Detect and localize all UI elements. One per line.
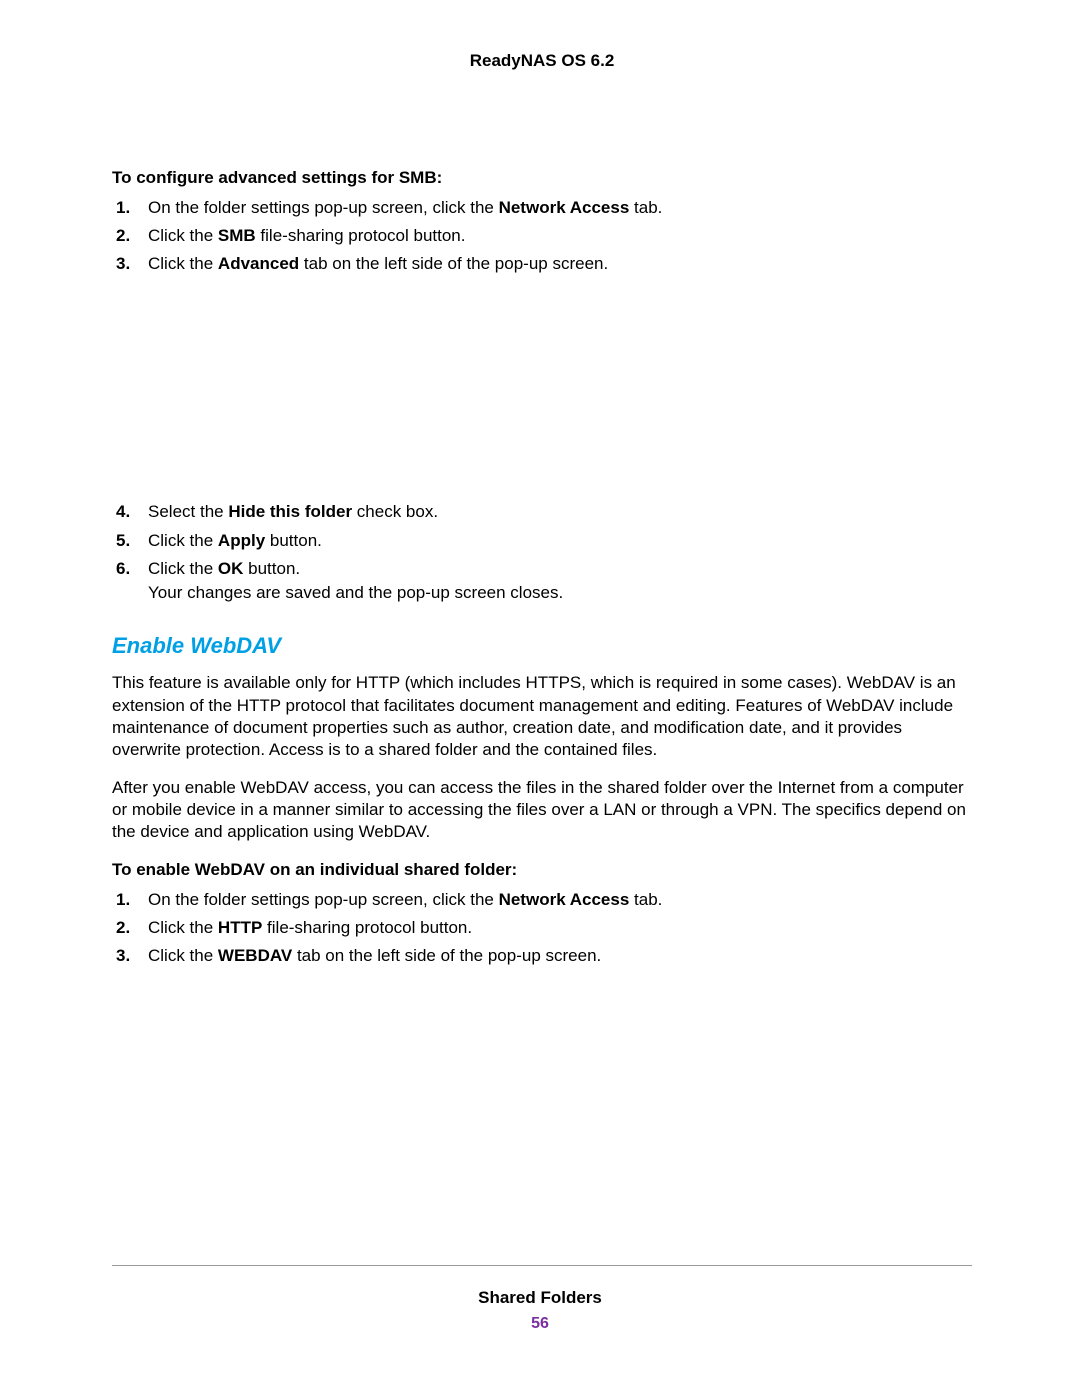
step-text: Click the — [148, 254, 218, 273]
paragraph: After you enable WebDAV access, you can … — [112, 777, 972, 843]
step-bold: OK — [218, 559, 244, 578]
step-text: Click the — [148, 946, 218, 965]
step-number: 6. — [116, 558, 130, 580]
step-text: Click the — [148, 918, 218, 937]
step-text: button. — [243, 559, 300, 578]
step-text: Click the — [148, 559, 218, 578]
list-item: 2. Click the HTTP file-sharing protocol … — [112, 917, 972, 939]
step-text: Click the — [148, 226, 218, 245]
step-number: 1. — [116, 889, 130, 911]
step-bold: Apply — [218, 531, 265, 550]
list-item: 3. Click the WEBDAV tab on the left side… — [112, 945, 972, 967]
list-item: 1. On the folder settings pop-up screen,… — [112, 889, 972, 911]
step-number: 2. — [116, 225, 130, 247]
step-number: 3. — [116, 253, 130, 275]
step-number: 5. — [116, 530, 130, 552]
step-number: 3. — [116, 945, 130, 967]
step-number: 2. — [116, 917, 130, 939]
list-item: 6. Click the OK button. Your changes are… — [112, 558, 972, 604]
step-text: check box. — [352, 502, 438, 521]
step-text: tab on the left side of the pop-up scree… — [292, 946, 601, 965]
steps-smb-b: 4. Select the Hide this folder check box… — [112, 501, 972, 603]
list-item: 4. Select the Hide this folder check box… — [112, 501, 972, 523]
step-subtext: Your changes are saved and the pop-up sc… — [148, 582, 972, 604]
section-lead-smb: To configure advanced settings for SMB: — [112, 167, 972, 189]
list-item: 1. On the folder settings pop-up screen,… — [112, 197, 972, 219]
step-text: tab. — [629, 890, 662, 909]
step-number: 1. — [116, 197, 130, 219]
step-bold: Network Access — [499, 890, 630, 909]
step-bold: WEBDAV — [218, 946, 292, 965]
section-heading-webdav: Enable WebDAV — [112, 632, 972, 661]
step-bold: Advanced — [218, 254, 299, 273]
step-text: On the folder settings pop-up screen, cl… — [148, 890, 499, 909]
step-text: file-sharing protocol button. — [256, 226, 466, 245]
step-number: 4. — [116, 501, 130, 523]
document-page: ReadyNAS OS 6.2 To configure advanced se… — [0, 0, 1080, 1397]
footer-rule — [112, 1265, 972, 1266]
step-text: tab on the left side of the pop-up scree… — [299, 254, 608, 273]
step-bold: SMB — [218, 226, 256, 245]
step-bold: Hide this folder — [228, 502, 352, 521]
page-number: 56 — [0, 1314, 1080, 1335]
step-text: tab. — [629, 198, 662, 217]
steps-smb-a: 1. On the folder settings pop-up screen,… — [112, 197, 972, 275]
step-text: On the folder settings pop-up screen, cl… — [148, 198, 499, 217]
step-text: Select the — [148, 502, 228, 521]
list-item: 2. Click the SMB file-sharing protocol b… — [112, 225, 972, 247]
section-lead-webdav: To enable WebDAV on an individual shared… — [112, 859, 972, 881]
figure-placeholder — [112, 285, 972, 501]
steps-webdav: 1. On the folder settings pop-up screen,… — [112, 889, 972, 967]
step-text: button. — [265, 531, 322, 550]
list-item: 3. Click the Advanced tab on the left si… — [112, 253, 972, 275]
list-item: 5. Click the Apply button. — [112, 530, 972, 552]
paragraph: This feature is available only for HTTP … — [112, 672, 972, 760]
footer-title: Shared Folders — [0, 1287, 1080, 1309]
document-header: ReadyNAS OS 6.2 — [112, 50, 972, 72]
step-bold: HTTP — [218, 918, 262, 937]
step-bold: Network Access — [499, 198, 630, 217]
step-text: Click the — [148, 531, 218, 550]
step-text: file-sharing protocol button. — [262, 918, 472, 937]
